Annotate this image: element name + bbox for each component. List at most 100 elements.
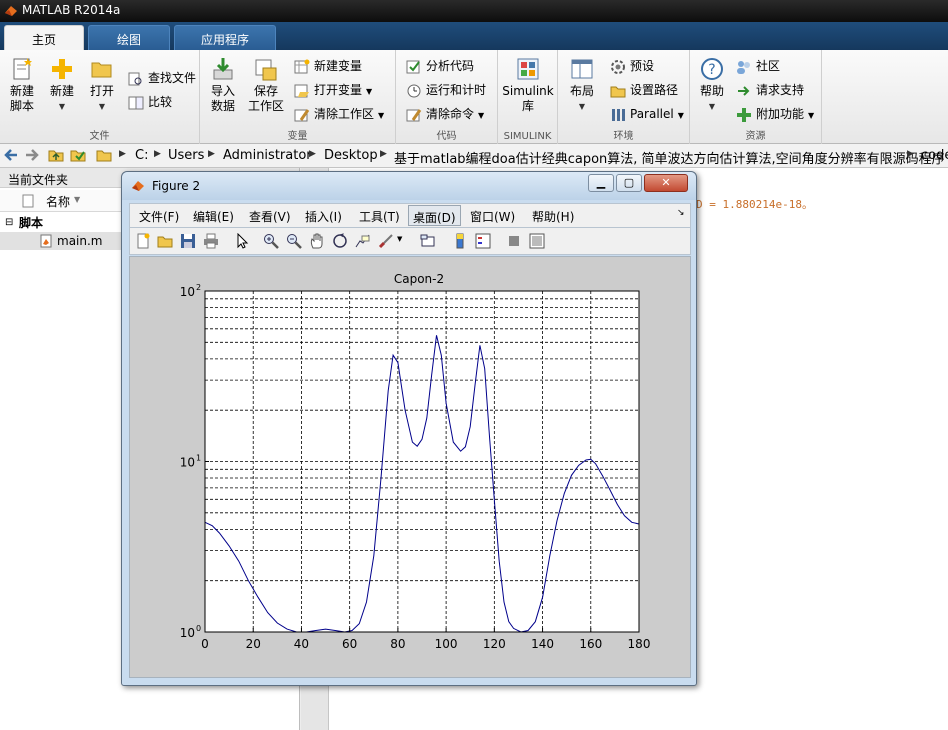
back-arrow-icon[interactable]	[3, 147, 19, 163]
y-tick-exponent: 2	[196, 283, 201, 292]
chevron-down-icon[interactable]: ▼	[397, 235, 402, 243]
run-and-time-button[interactable]: 运行和计时	[406, 80, 486, 100]
menu-help[interactable]: 帮助(H)	[532, 208, 574, 225]
clear-commands-icon	[406, 108, 422, 121]
figure-title: Figure 2	[152, 179, 201, 193]
simulink-library-button[interactable]: Simulink 库	[502, 56, 554, 114]
x-tick-label: 140	[531, 637, 554, 651]
new-variable-button[interactable]: 新建变量	[294, 56, 362, 76]
clear-commands-button[interactable]: 清除命令 ▼	[406, 104, 484, 124]
up-folder-icon[interactable]	[48, 147, 64, 163]
group-label-simulink: SIMULINK	[503, 131, 552, 142]
breadcrumb-c[interactable]: C:	[135, 148, 148, 163]
ribbon-group-environment: 布局 ▼ 预设 设置路径 Parallel ▼ 环境	[558, 50, 690, 144]
breadcrumb-code[interactable]: code	[921, 148, 948, 163]
sort-chevron-icon[interactable]: ▼	[74, 195, 80, 204]
dock-arrow-icon[interactable]: ↘	[677, 208, 685, 218]
breadcrumb-project-folder[interactable]: 基于matlab编程doa估计经典capon算法, 简单波达方向估计算法,空间角…	[394, 148, 945, 167]
menu-edit[interactable]: 编辑(E)	[193, 208, 234, 225]
save-workspace-button[interactable]: 保存 工作区	[246, 56, 286, 114]
find-files-button[interactable]: 查找文件	[128, 68, 196, 88]
insert-colorbar-icon[interactable]	[452, 233, 468, 249]
file-type-icon	[22, 194, 34, 208]
tab-apps[interactable]: 应用程序	[174, 25, 276, 50]
new-variable-label: 新建变量	[314, 59, 363, 73]
chevron-down-icon: ▼	[58, 102, 66, 111]
community-button[interactable]: 社区	[736, 56, 780, 76]
parallel-icon	[612, 108, 625, 121]
set-path-button[interactable]: 设置路径	[610, 80, 678, 100]
group-label-resources: 资源	[745, 131, 766, 142]
analyze-code-label: 分析代码	[426, 59, 475, 73]
figure-titlebar[interactable]: Figure 2 ▁ ▢ ✕	[122, 172, 696, 200]
pan-hand-icon[interactable]	[309, 233, 325, 249]
minimize-button[interactable]: ▁	[588, 174, 614, 192]
menu-insert[interactable]: 插入(I)	[305, 208, 342, 225]
forward-arrow-icon[interactable]	[24, 147, 40, 163]
layout-button[interactable]: 布局 ▼	[564, 56, 600, 114]
breadcrumb-users[interactable]: Users	[168, 148, 204, 163]
pointer-arrow-icon[interactable]	[234, 233, 250, 249]
new-script-button[interactable]: 新建 脚本	[4, 56, 40, 114]
figure-window[interactable]: Figure 2 ▁ ▢ ✕ 文件(F) 编辑(E) 查看(V) 插入(I) 工…	[121, 171, 697, 686]
insert-legend-icon[interactable]	[475, 233, 491, 249]
rotate-3d-icon[interactable]	[332, 233, 348, 249]
zoom-in-icon[interactable]	[263, 233, 279, 249]
menu-window[interactable]: 窗口(W)	[470, 208, 515, 225]
maximize-button[interactable]: ▢	[616, 174, 642, 192]
y-tick-exponent: 1	[196, 454, 201, 463]
addons-button[interactable]: 附加功能 ▼	[736, 104, 814, 124]
data-cursor-icon[interactable]	[355, 233, 371, 249]
parallel-button[interactable]: Parallel ▼	[610, 104, 684, 124]
svg-text:?: ?	[708, 62, 715, 78]
open-button[interactable]: 打开 ▼	[84, 56, 120, 114]
app-title: MATLAB R2014a	[22, 3, 121, 17]
menu-file[interactable]: 文件(F)	[139, 208, 179, 225]
tab-home[interactable]: 主页	[4, 25, 84, 50]
x-tick-label: 80	[390, 637, 405, 651]
zoom-out-icon[interactable]	[286, 233, 302, 249]
close-button[interactable]: ✕	[644, 174, 688, 192]
ribbon: 新建 脚本 新建 ▼ 打开 ▼ 查找文件 比较 文件 导入 数据 保存 工作区	[0, 50, 948, 144]
analyze-code-button[interactable]: 分析代码	[406, 56, 474, 76]
chevron-down-icon: ▼	[578, 102, 586, 111]
help-button[interactable]: ? 帮助 ▼	[694, 56, 730, 114]
link-plot-icon[interactable]	[420, 233, 436, 249]
breadcrumb-desktop[interactable]: Desktop	[324, 148, 378, 163]
compare-button[interactable]: 比较	[128, 92, 172, 112]
hide-plot-tools-icon[interactable]	[506, 233, 522, 249]
clear-commands-label: 清除命令	[426, 107, 475, 121]
menu-view[interactable]: 查看(V)	[249, 208, 291, 225]
request-support-button[interactable]: 请求支持	[736, 80, 804, 100]
collapse-minus-icon[interactable]: ⊟	[5, 214, 13, 232]
community-icon	[737, 60, 750, 74]
preferences-label: 预设	[630, 59, 655, 73]
community-label: 社区	[756, 59, 781, 73]
preferences-button[interactable]: 预设	[610, 56, 654, 76]
y-tick-exponent: 0	[196, 624, 201, 633]
plot-area[interactable]: Capon-2 0 20 40 60 80 100 120 140 160 18010 010 110…	[130, 257, 690, 677]
chart-title: Capon-2	[394, 272, 444, 286]
open-variable-label: 打开变量	[314, 83, 363, 97]
ribbon-group-variable: 导入 数据 保存 工作区 新建变量 打开变量 ▼ 清除工作区 ▼ 变量	[200, 50, 396, 144]
menu-desktop[interactable]: 桌面(D)	[408, 205, 461, 226]
open-variable-button[interactable]: 打开变量 ▼	[294, 80, 372, 100]
ribbon-group-simulink: Simulink 库 SIMULINK	[498, 50, 558, 144]
import-data-button[interactable]: 导入 数据	[204, 56, 242, 114]
open-file-icon[interactable]	[157, 233, 173, 249]
show-plot-tools-icon[interactable]	[529, 233, 545, 249]
figure-menubar: 文件(F) 编辑(E) 查看(V) 插入(I) 工具(T) 桌面(D) 窗口(W…	[129, 203, 691, 228]
breadcrumb-separator: ▶	[907, 149, 914, 159]
new-button[interactable]: 新建 ▼	[44, 56, 80, 114]
menu-tools[interactable]: 工具(T)	[359, 208, 400, 225]
figure-canvas[interactable]: Capon-2 0 20 40 60 80 100 120 140 160 180 10 0 10 1 10…	[129, 256, 691, 678]
brush-icon[interactable]	[378, 233, 394, 249]
print-icon[interactable]	[203, 233, 219, 249]
save-icon[interactable]	[180, 233, 196, 249]
clear-workspace-button[interactable]: 清除工作区 ▼	[294, 104, 384, 124]
group-label-environment: 环境	[613, 131, 634, 142]
breadcrumb-administrator[interactable]: Administrator	[223, 148, 312, 163]
tab-plots[interactable]: 绘图	[88, 25, 170, 50]
browse-folder-icon[interactable]	[70, 147, 86, 163]
new-figure-icon[interactable]	[135, 233, 151, 249]
